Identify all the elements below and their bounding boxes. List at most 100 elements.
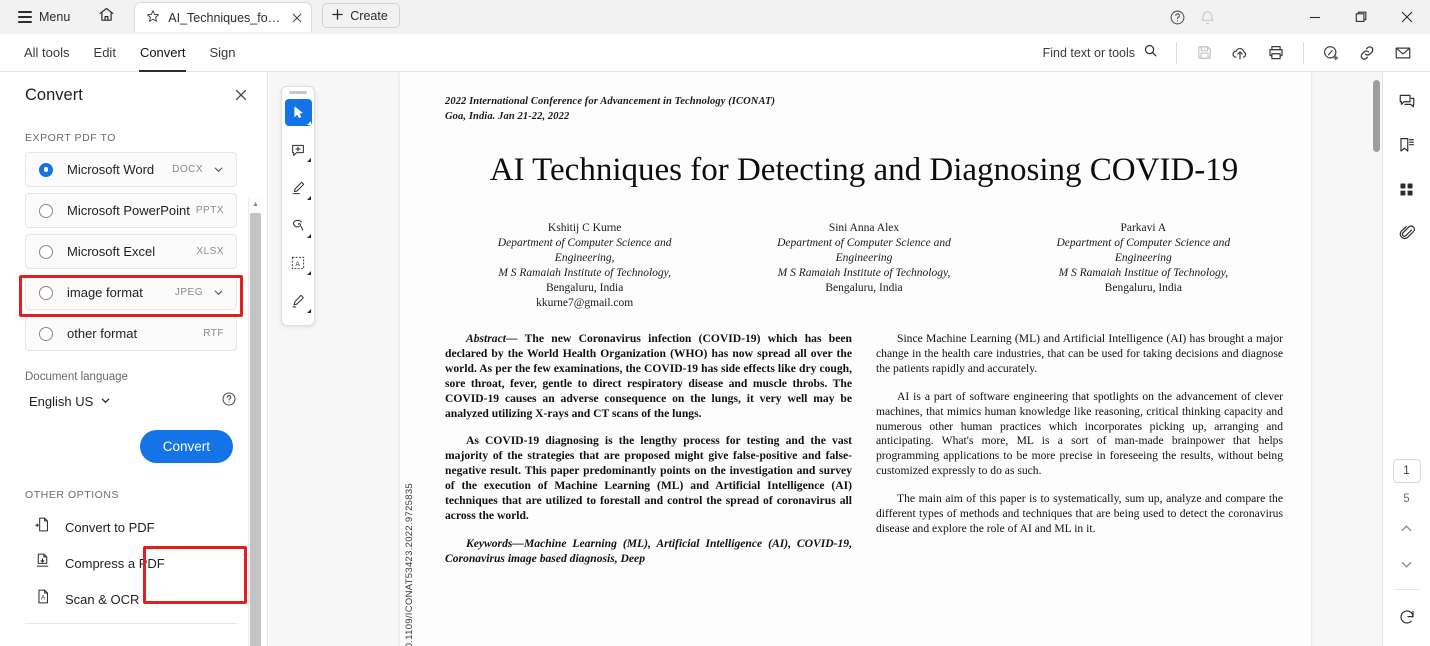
menu-button[interactable]: Menu	[10, 4, 78, 30]
divider	[25, 623, 237, 624]
tab-sign[interactable]: Sign	[197, 34, 247, 72]
export-option-excel-ext: XLSX	[196, 246, 224, 257]
other-option-scan-ocr[interactable]: A Scan & OCR	[25, 581, 237, 617]
bell-icon[interactable]	[1192, 3, 1222, 31]
window-close-button[interactable]	[1384, 0, 1430, 34]
author-3: Parkavi A Department of Computer Science…	[1004, 221, 1283, 311]
rotate-icon[interactable]	[1392, 602, 1422, 632]
paper-title: AI Techniques for Detecting and Diagnosi…	[489, 152, 1239, 188]
author-1: Kshitij C Kurne Department of Computer S…	[445, 221, 724, 311]
create-label: Create	[350, 8, 388, 23]
export-option-word[interactable]: Microsoft Word DOCX	[25, 152, 237, 187]
select-tool-icon[interactable]	[284, 98, 312, 126]
comment-panel-icon[interactable]	[1392, 86, 1422, 116]
other-option-convert-to-pdf[interactable]: Convert to PDF	[25, 509, 237, 545]
help-circle-icon[interactable]	[221, 391, 237, 412]
home-button[interactable]	[90, 4, 122, 30]
radio-word[interactable]	[39, 162, 53, 177]
highlight-tool-icon[interactable]	[285, 174, 312, 201]
document-tab[interactable]: AI_Techniques_for_Dete...	[134, 2, 313, 32]
chevron-down-icon	[100, 394, 111, 409]
previous-page-button[interactable]	[1393, 515, 1421, 541]
star-icon[interactable]	[146, 9, 160, 26]
author-1-name: Kshitij C Kurne	[547, 222, 622, 234]
document-language-select[interactable]: English US	[25, 391, 115, 412]
radio-image[interactable]	[39, 285, 53, 300]
tab-edit[interactable]: Edit	[82, 34, 128, 72]
radio-other[interactable]	[39, 326, 53, 341]
create-button[interactable]: Create	[322, 3, 400, 28]
bookmark-panel-icon[interactable]	[1392, 130, 1422, 160]
attachments-panel-icon[interactable]	[1392, 218, 1422, 248]
maximize-button[interactable]	[1338, 0, 1384, 34]
tab-all-tools-label: All tools	[24, 45, 70, 60]
tab-all-tools[interactable]: All tools	[12, 34, 82, 72]
export-option-powerpoint[interactable]: Microsoft PowerPoint PPTX	[25, 193, 237, 228]
find-text-or-tools[interactable]: Find text or tools	[1035, 39, 1166, 67]
document-scrollbar-thumb[interactable]	[1373, 80, 1380, 152]
author-3-name: Parkavi A	[1120, 222, 1167, 234]
page-number-input[interactable]: 1	[1392, 459, 1421, 483]
document-language-value: English US	[29, 394, 94, 409]
panel-close-icon[interactable]	[229, 83, 253, 107]
tool-options-corner	[306, 195, 311, 200]
export-option-other[interactable]: other format RTF	[25, 316, 237, 351]
save-icon[interactable]	[1187, 38, 1221, 68]
export-option-excel-label: Microsoft Excel	[67, 244, 156, 259]
scan-ocr-icon: A	[34, 588, 51, 610]
toolbar-drag-handle[interactable]	[289, 91, 307, 94]
panel-title: Convert	[25, 85, 83, 104]
draw-tool-icon[interactable]	[285, 287, 312, 314]
convert-panel: Convert Export PDF to Microsoft Word DOC…	[0, 72, 268, 646]
home-icon	[98, 6, 115, 28]
hamburger-icon	[18, 11, 32, 23]
author-2-institute: M S Ramaiah Institute of Technology,	[777, 267, 951, 279]
author-2-city: Bengaluru, India	[825, 282, 903, 294]
document-language-label: Document language	[25, 371, 128, 383]
compress-pdf-icon	[34, 552, 51, 574]
keywords-paragraph: Keywords—Machine Learning (ML), Artifici…	[445, 536, 852, 565]
email-icon[interactable]	[1386, 38, 1420, 68]
other-option-convert-to-pdf-label: Convert to PDF	[65, 519, 155, 535]
link-icon[interactable]	[1350, 38, 1384, 68]
menu-label: Menu	[39, 10, 71, 24]
minimize-button[interactable]	[1292, 0, 1338, 34]
scroll-up-icon[interactable]: ▲	[249, 198, 262, 211]
chevron-down-icon[interactable]	[213, 287, 224, 298]
document-scrollbar[interactable]	[1371, 72, 1382, 646]
tab-close-icon[interactable]	[290, 9, 303, 26]
abstract-lead: Abstract—	[466, 332, 518, 345]
other-option-compress-pdf[interactable]: Compress a PDF	[25, 545, 237, 581]
author-3-city: Bengaluru, India	[1104, 282, 1182, 294]
convert-button[interactable]: Convert	[139, 430, 233, 463]
svg-text:A: A	[295, 261, 300, 268]
upload-cloud-icon[interactable]	[1223, 38, 1257, 68]
author-1-dept1: Department of Computer Science and	[497, 237, 672, 249]
other-options-label: Other options	[25, 489, 120, 501]
pdf-page: 2022 International Conference for Advanc…	[400, 72, 1311, 646]
search-icon	[1143, 43, 1158, 63]
export-option-image-ext: JPEG	[174, 287, 203, 298]
comment-tool-icon[interactable]	[285, 137, 312, 164]
document-language-row: English US	[25, 391, 237, 412]
tab-convert[interactable]: Convert	[128, 34, 198, 72]
lasso-erase-tool-icon[interactable]	[285, 212, 312, 239]
author-2: Sini Anna Alex Department of Computer Sc…	[724, 221, 1003, 311]
text-select-tool-icon[interactable]: A	[285, 250, 312, 277]
export-option-image-label: image format	[67, 285, 143, 300]
thumbnails-panel-icon[interactable]	[1392, 174, 1422, 204]
chevron-down-icon[interactable]	[213, 164, 224, 175]
radio-powerpoint[interactable]	[39, 203, 53, 218]
radio-excel[interactable]	[39, 244, 53, 259]
help-circle-icon[interactable]	[1162, 3, 1192, 31]
export-option-image[interactable]: image format JPEG	[25, 275, 237, 310]
panel-scrollbar-thumb[interactable]	[250, 213, 261, 646]
doi-text: DOI: 10.1109/ICONAT53423.2022.9725835	[404, 483, 415, 646]
next-page-button[interactable]	[1393, 551, 1421, 577]
add-stamp-icon[interactable]	[1314, 38, 1348, 68]
panel-scrollbar[interactable]: ▲ ▼	[248, 198, 261, 646]
print-icon[interactable]	[1259, 38, 1293, 68]
document-view[interactable]: 2022 International Conference for Advanc…	[269, 72, 1382, 646]
export-option-other-label: other format	[67, 326, 138, 341]
export-option-excel[interactable]: Microsoft Excel XLSX	[25, 234, 237, 269]
